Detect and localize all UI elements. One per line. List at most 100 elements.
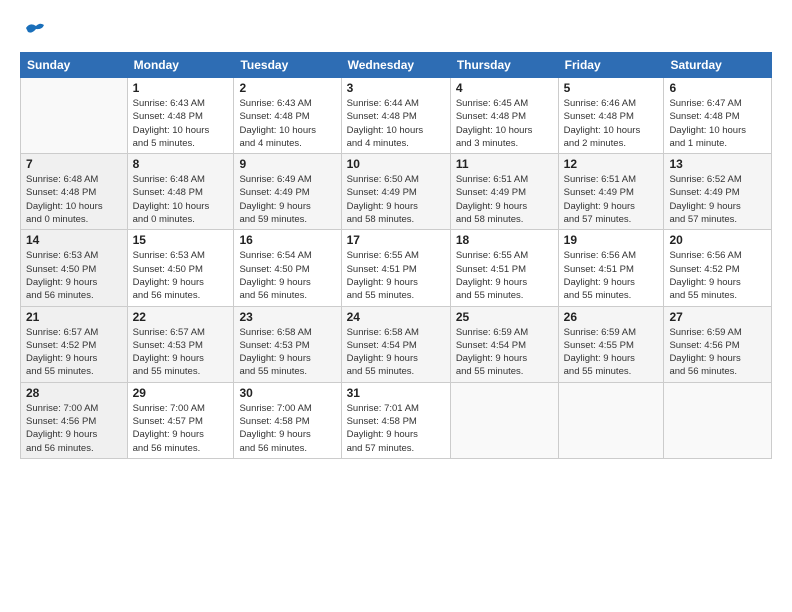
calendar-week-1: 1 Sunrise: 6:43 AM Sunset: 4:48 PM Daylig… [21, 78, 772, 154]
day-info: Sunrise: 6:56 AM Sunset: 4:52 PM Dayligh… [669, 249, 766, 302]
day-number: 9 [239, 157, 335, 171]
day-info: Sunrise: 6:51 AM Sunset: 4:49 PM Dayligh… [564, 173, 659, 226]
day-info: Sunrise: 6:58 AM Sunset: 4:53 PM Dayligh… [239, 326, 335, 379]
calendar-cell: 20Sunrise: 6:56 AM Sunset: 4:52 PM Dayli… [664, 230, 772, 306]
day-number: 19 [564, 233, 659, 247]
day-info: Sunrise: 6:53 AM Sunset: 4:50 PM Dayligh… [26, 249, 122, 302]
weekday-header-tuesday: Tuesday [234, 53, 341, 78]
day-info: Sunrise: 7:00 AM Sunset: 4:58 PM Dayligh… [239, 402, 335, 455]
calendar-cell: 24Sunrise: 6:58 AM Sunset: 4:54 PM Dayli… [341, 306, 450, 382]
day-number: 11 [456, 157, 553, 171]
day-number: 30 [239, 386, 335, 400]
day-number: 29 [133, 386, 229, 400]
calendar-cell [21, 78, 128, 154]
weekday-header-saturday: Saturday [664, 53, 772, 78]
calendar-cell: 8 Sunrise: 6:48 AM Sunset: 4:48 PM Daylig… [127, 154, 234, 230]
day-number: 24 [347, 310, 445, 324]
calendar-cell [558, 382, 664, 458]
calendar-cell: 26 Sunrise: 6:59 AM Sunset: 4:55 PM Dayli… [558, 306, 664, 382]
calendar-cell: 22 Sunrise: 6:57 AM Sunset: 4:53 PM Dayli… [127, 306, 234, 382]
weekday-header-monday: Monday [127, 53, 234, 78]
weekday-header-thursday: Thursday [450, 53, 558, 78]
page-header [20, 16, 772, 44]
day-number: 25 [456, 310, 553, 324]
calendar-cell: 28 Sunrise: 7:00 AM Sunset: 4:56 PM Dayli… [21, 382, 128, 458]
calendar-cell: 11 Sunrise: 6:51 AM Sunset: 4:49 PM Dayli… [450, 154, 558, 230]
day-info: Sunrise: 6:49 AM Sunset: 4:49 PM Dayligh… [239, 173, 335, 226]
day-number: 7 [26, 157, 122, 171]
weekday-header-sunday: Sunday [21, 53, 128, 78]
day-info: Sunrise: 7:01 AM Sunset: 4:58 PM Dayligh… [347, 402, 445, 455]
day-info: Sunrise: 6:54 AM Sunset: 4:50 PM Dayligh… [239, 249, 335, 302]
day-info: Sunrise: 6:55 AM Sunset: 4:51 PM Dayligh… [347, 249, 445, 302]
calendar-cell: 17 Sunrise: 6:55 AM Sunset: 4:51 PM Dayli… [341, 230, 450, 306]
day-number: 16 [239, 233, 335, 247]
day-number: 3 [347, 81, 445, 95]
day-info: Sunrise: 6:46 AM Sunset: 4:48 PM Dayligh… [564, 97, 659, 150]
day-info: Sunrise: 6:59 AM Sunset: 4:54 PM Dayligh… [456, 326, 553, 379]
day-info: Sunrise: 6:43 AM Sunset: 4:48 PM Dayligh… [133, 97, 229, 150]
day-number: 18 [456, 233, 553, 247]
calendar-cell [664, 382, 772, 458]
page-container: SundayMondayTuesdayWednesdayThursdayFrid… [0, 0, 792, 612]
calendar-cell: 31 Sunrise: 7:01 AM Sunset: 4:58 PM Dayli… [341, 382, 450, 458]
calendar-cell: 13Sunrise: 6:52 AM Sunset: 4:49 PM Dayli… [664, 154, 772, 230]
calendar-cell: 3Sunrise: 6:44 AM Sunset: 4:48 PM Daylig… [341, 78, 450, 154]
calendar-week-3: 14Sunrise: 6:53 AM Sunset: 4:50 PM Dayli… [21, 230, 772, 306]
day-number: 23 [239, 310, 335, 324]
calendar-week-4: 21Sunrise: 6:57 AM Sunset: 4:52 PM Dayli… [21, 306, 772, 382]
calendar-cell [450, 382, 558, 458]
day-info: Sunrise: 6:55 AM Sunset: 4:51 PM Dayligh… [456, 249, 553, 302]
logo-bird-icon [22, 20, 46, 44]
day-info: Sunrise: 6:57 AM Sunset: 4:53 PM Dayligh… [133, 326, 229, 379]
day-number: 1 [133, 81, 229, 95]
day-info: Sunrise: 6:47 AM Sunset: 4:48 PM Dayligh… [669, 97, 766, 150]
calendar-header-row: SundayMondayTuesdayWednesdayThursdayFrid… [21, 53, 772, 78]
calendar-cell: 25 Sunrise: 6:59 AM Sunset: 4:54 PM Dayli… [450, 306, 558, 382]
day-number: 22 [133, 310, 229, 324]
day-number: 17 [347, 233, 445, 247]
calendar-cell: 2Sunrise: 6:43 AM Sunset: 4:48 PM Daylig… [234, 78, 341, 154]
calendar-cell: 16 Sunrise: 6:54 AM Sunset: 4:50 PM Dayli… [234, 230, 341, 306]
calendar-cell: 15 Sunrise: 6:53 AM Sunset: 4:50 PM Dayli… [127, 230, 234, 306]
calendar-cell: 6 Sunrise: 6:47 AM Sunset: 4:48 PM Daylig… [664, 78, 772, 154]
day-info: Sunrise: 6:51 AM Sunset: 4:49 PM Dayligh… [456, 173, 553, 226]
calendar-cell: 21Sunrise: 6:57 AM Sunset: 4:52 PM Dayli… [21, 306, 128, 382]
calendar-table: SundayMondayTuesdayWednesdayThursdayFrid… [20, 52, 772, 459]
day-info: Sunrise: 6:48 AM Sunset: 4:48 PM Dayligh… [26, 173, 122, 226]
day-info: Sunrise: 6:48 AM Sunset: 4:48 PM Dayligh… [133, 173, 229, 226]
day-number: 26 [564, 310, 659, 324]
day-number: 27 [669, 310, 766, 324]
day-number: 8 [133, 157, 229, 171]
day-number: 21 [26, 310, 122, 324]
calendar-cell: 10 Sunrise: 6:50 AM Sunset: 4:49 PM Dayli… [341, 154, 450, 230]
calendar-cell: 27 Sunrise: 6:59 AM Sunset: 4:56 PM Dayli… [664, 306, 772, 382]
day-info: Sunrise: 6:59 AM Sunset: 4:55 PM Dayligh… [564, 326, 659, 379]
day-number: 31 [347, 386, 445, 400]
calendar-week-5: 28 Sunrise: 7:00 AM Sunset: 4:56 PM Dayli… [21, 382, 772, 458]
calendar-cell: 29Sunrise: 7:00 AM Sunset: 4:57 PM Dayli… [127, 382, 234, 458]
day-info: Sunrise: 6:52 AM Sunset: 4:49 PM Dayligh… [669, 173, 766, 226]
calendar-cell: 12Sunrise: 6:51 AM Sunset: 4:49 PM Dayli… [558, 154, 664, 230]
calendar-cell: 7 Sunrise: 6:48 AM Sunset: 4:48 PM Daylig… [21, 154, 128, 230]
day-info: Sunrise: 6:53 AM Sunset: 4:50 PM Dayligh… [133, 249, 229, 302]
logo [20, 20, 46, 44]
day-number: 2 [239, 81, 335, 95]
day-number: 6 [669, 81, 766, 95]
calendar-cell: 4Sunrise: 6:45 AM Sunset: 4:48 PM Daylig… [450, 78, 558, 154]
day-number: 10 [347, 157, 445, 171]
calendar-cell: 14Sunrise: 6:53 AM Sunset: 4:50 PM Dayli… [21, 230, 128, 306]
calendar-cell: 30 Sunrise: 7:00 AM Sunset: 4:58 PM Dayli… [234, 382, 341, 458]
day-number: 15 [133, 233, 229, 247]
day-number: 4 [456, 81, 553, 95]
weekday-header-wednesday: Wednesday [341, 53, 450, 78]
day-info: Sunrise: 7:00 AM Sunset: 4:56 PM Dayligh… [26, 402, 122, 455]
day-info: Sunrise: 6:59 AM Sunset: 4:56 PM Dayligh… [669, 326, 766, 379]
day-info: Sunrise: 6:50 AM Sunset: 4:49 PM Dayligh… [347, 173, 445, 226]
calendar-cell: 5Sunrise: 6:46 AM Sunset: 4:48 PM Daylig… [558, 78, 664, 154]
calendar-cell: 1 Sunrise: 6:43 AM Sunset: 4:48 PM Daylig… [127, 78, 234, 154]
weekday-header-friday: Friday [558, 53, 664, 78]
calendar-week-2: 7 Sunrise: 6:48 AM Sunset: 4:48 PM Daylig… [21, 154, 772, 230]
day-number: 28 [26, 386, 122, 400]
calendar-cell: 9 Sunrise: 6:49 AM Sunset: 4:49 PM Daylig… [234, 154, 341, 230]
